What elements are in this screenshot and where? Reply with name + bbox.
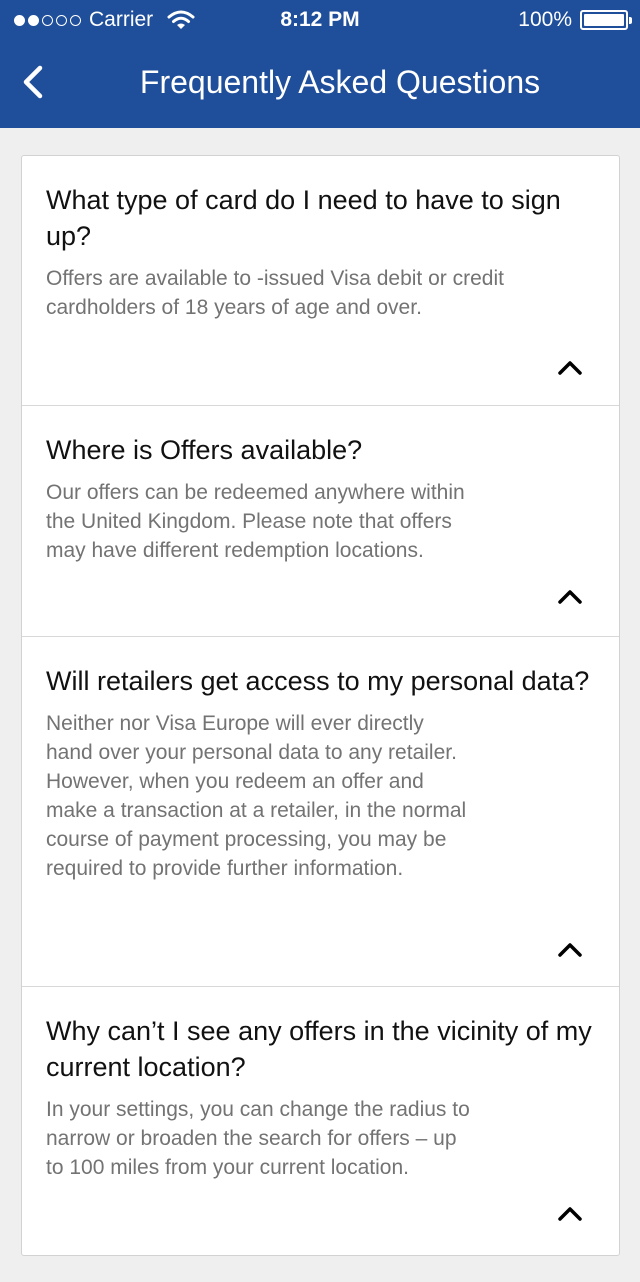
faq-list: What type of card do I need to have to s… bbox=[21, 155, 620, 1256]
faq-answer: Neither nor Visa Europe will ever direct… bbox=[46, 712, 467, 880]
navigation-header: Carrier 8:12 PM 100% Frequently Asked Qu… bbox=[0, 0, 640, 128]
chevron-up-icon[interactable] bbox=[557, 589, 583, 605]
faq-answer: Offers are available to -issued Visa deb… bbox=[46, 267, 504, 319]
faq-item[interactable]: Why can’t I see any offers in the vicini… bbox=[22, 987, 619, 1255]
chevron-up-icon[interactable] bbox=[557, 360, 583, 376]
status-bar: Carrier 8:12 PM 100% bbox=[0, 0, 640, 40]
battery-percentage: 100% bbox=[518, 8, 572, 31]
faq-answer: In your settings, you can change the rad… bbox=[46, 1098, 470, 1179]
battery-icon bbox=[580, 10, 632, 30]
faq-question: Where is Offers available? bbox=[46, 435, 363, 465]
faq-item[interactable]: What type of card do I need to have to s… bbox=[22, 156, 619, 406]
faq-answer: Our offers can be redeemed anywhere with… bbox=[46, 481, 465, 562]
faq-question: Will retailers get access to my personal… bbox=[46, 666, 590, 696]
back-button[interactable] bbox=[16, 62, 56, 102]
faq-question: Why can’t I see any offers in the vicini… bbox=[46, 1016, 592, 1082]
faq-question: What type of card do I need to have to s… bbox=[46, 185, 561, 251]
faq-item[interactable]: Will retailers get access to my personal… bbox=[22, 637, 619, 987]
chevron-up-icon[interactable] bbox=[557, 1206, 583, 1222]
faq-item[interactable]: Where is Offers available? Our offers ca… bbox=[22, 406, 619, 637]
chevron-up-icon[interactable] bbox=[557, 942, 583, 958]
page-title: Frequently Asked Questions bbox=[139, 64, 541, 100]
